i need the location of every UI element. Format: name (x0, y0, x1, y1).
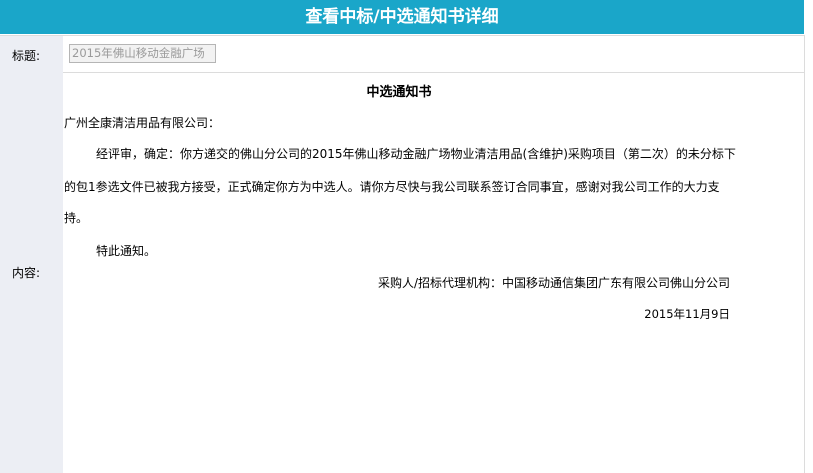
title-field[interactable]: 2015年佛山移动金融广场 (69, 44, 216, 63)
notice-date: 2015年11月9日 (644, 307, 730, 321)
content-label-cell: 内容: (0, 72, 63, 473)
title-label-cell: 标题: (0, 36, 63, 72)
notice-body-line-3: 持。 (64, 211, 89, 225)
notice-body-line-2: 的包1参选文件已被我方接受，正式确定你方为中选人。请你方尽快与我公司联系签订合同… (64, 180, 720, 194)
notice-body-line-1: 经评审，确定：你方递交的佛山分公司的2015年佛山移动金融广场物业清洁用品(含维… (96, 147, 736, 161)
content-label: 内容: (12, 266, 41, 280)
content-row: 内容: 中选通知书 广州全康清洁用品有限公司： 经评审，确定：你方递交的佛山分公… (0, 72, 804, 473)
right-border (804, 35, 805, 473)
title-row: 标题: 2015年佛山移动金融广场 (0, 35, 804, 73)
notice-closing: 特此通知。 (96, 244, 157, 258)
title-label: 标题: (12, 49, 41, 63)
notice-recipient: 广州全康清洁用品有限公司： (64, 116, 221, 130)
page-header: 查看中标/中选通知书详细 (0, 0, 804, 34)
notice-heading: 中选通知书 (366, 85, 432, 100)
notice-signer: 采购人/招标代理机构：中国移动通信集团广东有限公司佛山分公司 (377, 276, 730, 290)
page-title: 查看中标/中选通知书详细 (305, 7, 499, 27)
